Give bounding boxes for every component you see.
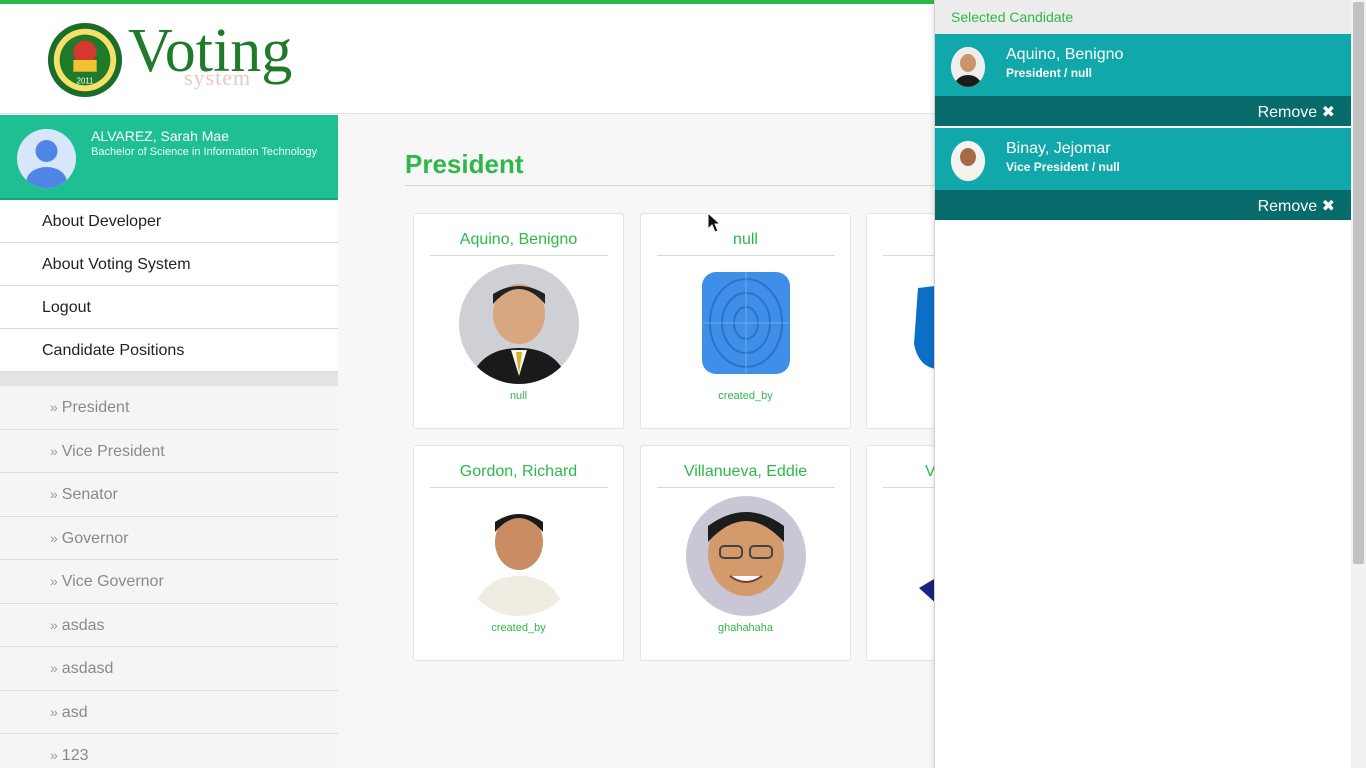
person-photo-icon	[951, 47, 985, 87]
chevron-right-icon: »	[50, 442, 58, 459]
sidebar: ALVAREZ, Sarah Mae Bachelor of Science i…	[0, 115, 338, 768]
remove-label: Remove	[1257, 198, 1318, 215]
logo-subtitle: system	[184, 65, 252, 90]
selected-candidate-name: Aquino, Benigno	[1006, 46, 1124, 63]
chevron-right-icon: »	[50, 747, 58, 763]
selected-candidate-name: Binay, Jejomar	[1006, 140, 1111, 157]
position-item-asdasd[interactable]: » asdasd	[0, 647, 338, 691]
chevron-right-icon: »	[50, 486, 58, 502]
person-photo-icon	[951, 141, 985, 181]
candidate-card[interactable]: null created_by	[640, 213, 851, 429]
candidate-card[interactable]: Aquino, Benigno null	[413, 213, 624, 429]
position-label: President	[61, 399, 130, 416]
position-item-asd[interactable]: » asd	[0, 690, 338, 734]
candidate-photo	[686, 264, 806, 384]
candidate-name: Aquino, Benigno	[459, 231, 578, 248]
candidate-party: ghahahaha	[717, 622, 774, 634]
vertical-scrollbar[interactable]	[1351, 0, 1366, 768]
position-item-governor[interactable]: » Governor	[0, 516, 338, 560]
site-logo[interactable]: 2011 Voting system	[46, 19, 296, 101]
position-label: Vice Governor	[61, 573, 164, 590]
scrollbar-thumb[interactable]	[1353, 2, 1364, 564]
panel-header: Selected Candidate	[935, 0, 1351, 34]
mouse-cursor-icon	[707, 212, 721, 233]
remove-label: Remove	[1257, 104, 1318, 121]
chevron-right-icon: »	[50, 616, 58, 633]
user-avatar-icon	[26, 140, 67, 188]
position-label: Governor	[61, 529, 129, 547]
candidate-party: created_by	[491, 622, 546, 634]
menu-item-about-voting-system[interactable]: About Voting System	[0, 243, 338, 286]
candidate-photo	[686, 496, 806, 616]
user-profile: ALVAREZ, Sarah Mae Bachelor of Science i…	[0, 115, 338, 200]
profile-name: ALVAREZ, Sarah Mae	[91, 128, 229, 144]
position-label: asdas	[61, 616, 105, 634]
svg-text:2011: 2011	[77, 76, 94, 85]
position-label: asdasd	[61, 660, 114, 677]
chevron-right-icon: »	[50, 399, 58, 415]
chevron-right-icon: »	[50, 703, 58, 720]
position-item-asdas[interactable]: » asdas	[0, 603, 338, 647]
remove-button[interactable]: Remove ✖	[1258, 102, 1335, 122]
card-divider	[430, 255, 608, 256]
candidate-party: created_by	[718, 390, 773, 402]
profile-course: Bachelor of Science in Information Techn…	[91, 146, 318, 158]
candidate-name: null	[733, 231, 758, 248]
candidate-photo	[459, 496, 579, 616]
menu-item-logout[interactable]: Logout	[0, 286, 338, 329]
selected-candidates-panel: Selected Candidate Aquino, Benigno Presi…	[934, 0, 1351, 768]
position-item-president[interactable]: » President	[0, 386, 338, 430]
title-divider	[405, 185, 945, 186]
card-divider	[430, 487, 608, 488]
selected-candidate-position: Vice President / null	[1006, 160, 1120, 174]
selected-candidate-photo	[951, 141, 985, 181]
close-icon: ✖	[1321, 104, 1335, 121]
candidate-name: Villanueva, Eddie	[683, 463, 808, 480]
position-item-senator[interactable]: » Senator	[0, 473, 338, 517]
card-divider	[657, 487, 835, 488]
chevron-right-icon: »	[50, 573, 58, 589]
person-photo-icon	[686, 496, 806, 616]
close-icon: ✖	[1321, 198, 1335, 215]
selected-candidate-item: Aquino, Benigno President / null Remove …	[935, 34, 1351, 128]
menu-item-candidate-positions[interactable]: Candidate Positions	[0, 329, 338, 372]
position-item-vice-president[interactable]: » Vice President	[0, 429, 338, 473]
avatar	[17, 129, 76, 188]
chevron-right-icon: »	[50, 529, 58, 546]
candidate-photo	[459, 264, 579, 384]
position-label: Senator	[61, 486, 118, 503]
position-item-vice-governor[interactable]: » Vice Governor	[0, 560, 338, 604]
position-label: Vice President	[61, 442, 165, 460]
person-photo-icon	[459, 264, 579, 384]
candidate-card[interactable]: Gordon, Richard created_by	[413, 445, 624, 661]
selected-candidate-item: Binay, Jejomar Vice President / null Rem…	[935, 128, 1351, 222]
menu-item-about-developer[interactable]: About Developer	[0, 200, 338, 243]
candidate-name: Gordon, Richard	[459, 463, 578, 480]
placeholder-icon	[702, 272, 790, 374]
selected-candidate-photo	[951, 47, 985, 87]
page-title: President	[405, 149, 524, 179]
university-seal-icon: 2011	[47, 22, 123, 98]
position-label: 123	[61, 747, 89, 764]
person-photo-icon	[459, 496, 579, 616]
selected-candidate-position: President / null	[1006, 66, 1093, 80]
position-item-123[interactable]: » 123	[0, 734, 338, 768]
chevron-right-icon: »	[50, 660, 58, 676]
card-divider	[657, 255, 835, 256]
position-label: asd	[61, 703, 88, 721]
candidate-party: null	[509, 390, 528, 402]
remove-button[interactable]: Remove ✖	[1258, 196, 1335, 216]
candidate-card[interactable]: Villanueva, Eddie ghahahaha	[640, 445, 851, 661]
menu-divider	[0, 372, 338, 386]
